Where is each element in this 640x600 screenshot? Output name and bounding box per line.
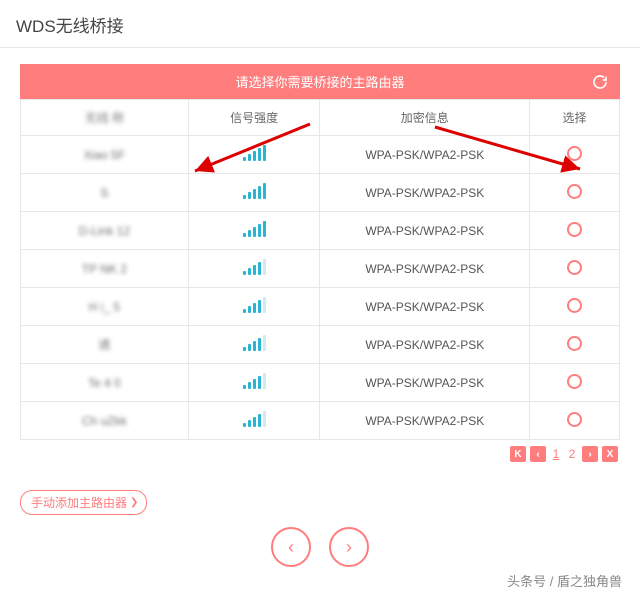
cell-name: Te 4 0	[21, 364, 189, 402]
cell-encryption: WPA-PSK/WPA2-PSK	[320, 326, 530, 364]
pager-first-button[interactable]: K	[510, 446, 526, 462]
cell-select	[530, 174, 620, 212]
select-radio[interactable]	[567, 336, 582, 351]
table-row: Xiao 5F WPA-PSK/WPA2-PSK	[21, 136, 620, 174]
chevron-right-icon: ›	[346, 537, 352, 558]
chevron-left-icon: ‹	[288, 537, 294, 558]
cell-select	[530, 326, 620, 364]
table-row: Ch uZkk WPA-PSK/WPA2-PSK	[21, 402, 620, 440]
col-header-enc: 加密信息	[320, 100, 530, 136]
select-radio[interactable]	[567, 260, 582, 275]
cell-signal	[188, 288, 320, 326]
manual-add-label: 手动添加主路由器	[31, 494, 127, 511]
signal-bars-icon	[243, 335, 266, 351]
select-radio[interactable]	[567, 222, 582, 237]
select-radio[interactable]	[567, 146, 582, 161]
pager: K ‹ 1 2 › X	[20, 440, 620, 462]
table-row: 诱 WPA-PSK/WPA2-PSK	[21, 326, 620, 364]
cell-signal	[188, 250, 320, 288]
cell-encryption: WPA-PSK/WPA2-PSK	[320, 250, 530, 288]
cell-encryption: WPA-PSK/WPA2-PSK	[320, 402, 530, 440]
col-header-select: 选择	[530, 100, 620, 136]
page-title: WDS无线桥接	[0, 0, 640, 47]
cell-name: D-Link 12	[21, 212, 189, 250]
select-radio[interactable]	[567, 374, 582, 389]
cell-encryption: WPA-PSK/WPA2-PSK	[320, 364, 530, 402]
signal-bars-icon	[243, 373, 266, 389]
signal-bars-icon	[243, 297, 266, 313]
cell-signal	[188, 212, 320, 250]
col-header-name: 无线 称	[21, 100, 189, 136]
refresh-button[interactable]	[590, 72, 610, 92]
cell-name: 诱	[21, 326, 189, 364]
banner-text: 请选择你需要桥接的主路由器	[235, 75, 404, 90]
footer-credit: 头条号 / 盾之独角兽	[0, 567, 640, 600]
cell-signal	[188, 364, 320, 402]
select-radio[interactable]	[567, 184, 582, 199]
cell-encryption: WPA-PSK/WPA2-PSK	[320, 174, 530, 212]
cell-encryption: WPA-PSK/WPA2-PSK	[320, 136, 530, 174]
pager-last-button[interactable]: X	[602, 446, 618, 462]
cell-encryption: WPA-PSK/WPA2-PSK	[320, 212, 530, 250]
table-row: Te 4 0 WPA-PSK/WPA2-PSK	[21, 364, 620, 402]
instruction-banner: 请选择你需要桥接的主路由器	[20, 64, 620, 99]
pager-page-1[interactable]: 1	[550, 447, 562, 461]
cell-signal	[188, 174, 320, 212]
cell-name: H i_ 5	[21, 288, 189, 326]
cell-select	[530, 364, 620, 402]
nav-next-button[interactable]: ›	[329, 527, 369, 567]
signal-bars-icon	[243, 221, 266, 237]
cell-select	[530, 250, 620, 288]
table-row: D-Link 12 WPA-PSK/WPA2-PSK	[21, 212, 620, 250]
cell-select	[530, 136, 620, 174]
col-header-signal: 信号强度	[188, 100, 320, 136]
signal-bars-icon	[243, 145, 266, 161]
cell-name: S	[21, 174, 189, 212]
pager-next-button[interactable]: ›	[582, 446, 598, 462]
nav-prev-button[interactable]: ‹	[271, 527, 311, 567]
signal-bars-icon	[243, 259, 266, 275]
table-row: S WPA-PSK/WPA2-PSK	[21, 174, 620, 212]
pager-page-2[interactable]: 2	[566, 447, 578, 461]
cell-signal	[188, 402, 320, 440]
signal-bars-icon	[243, 411, 266, 427]
cell-select	[530, 212, 620, 250]
pager-prev-button[interactable]: ‹	[530, 446, 546, 462]
signal-bars-icon	[243, 183, 266, 199]
manual-add-button[interactable]: 手动添加主路由器 ❯	[20, 490, 147, 515]
router-panel: 请选择你需要桥接的主路由器 无线 称 信号强度 加密信息 选择 Xiao 5F W…	[20, 64, 620, 462]
cell-encryption: WPA-PSK/WPA2-PSK	[320, 288, 530, 326]
cell-signal	[188, 136, 320, 174]
refresh-icon	[592, 74, 608, 90]
cell-name: TP NK 2	[21, 250, 189, 288]
select-radio[interactable]	[567, 412, 582, 427]
bottom-nav: ‹ ›	[0, 527, 640, 567]
table-row: TP NK 2 WPA-PSK/WPA2-PSK	[21, 250, 620, 288]
cell-select	[530, 402, 620, 440]
table-row: H i_ 5 WPA-PSK/WPA2-PSK	[21, 288, 620, 326]
cell-name: Xiao 5F	[21, 136, 189, 174]
cell-signal	[188, 326, 320, 364]
cell-name: Ch uZkk	[21, 402, 189, 440]
chevron-right-icon: ❯	[130, 497, 138, 508]
select-radio[interactable]	[567, 298, 582, 313]
cell-select	[530, 288, 620, 326]
router-table: 无线 称 信号强度 加密信息 选择 Xiao 5F WPA-PSK/WPA2-PS…	[20, 99, 620, 440]
